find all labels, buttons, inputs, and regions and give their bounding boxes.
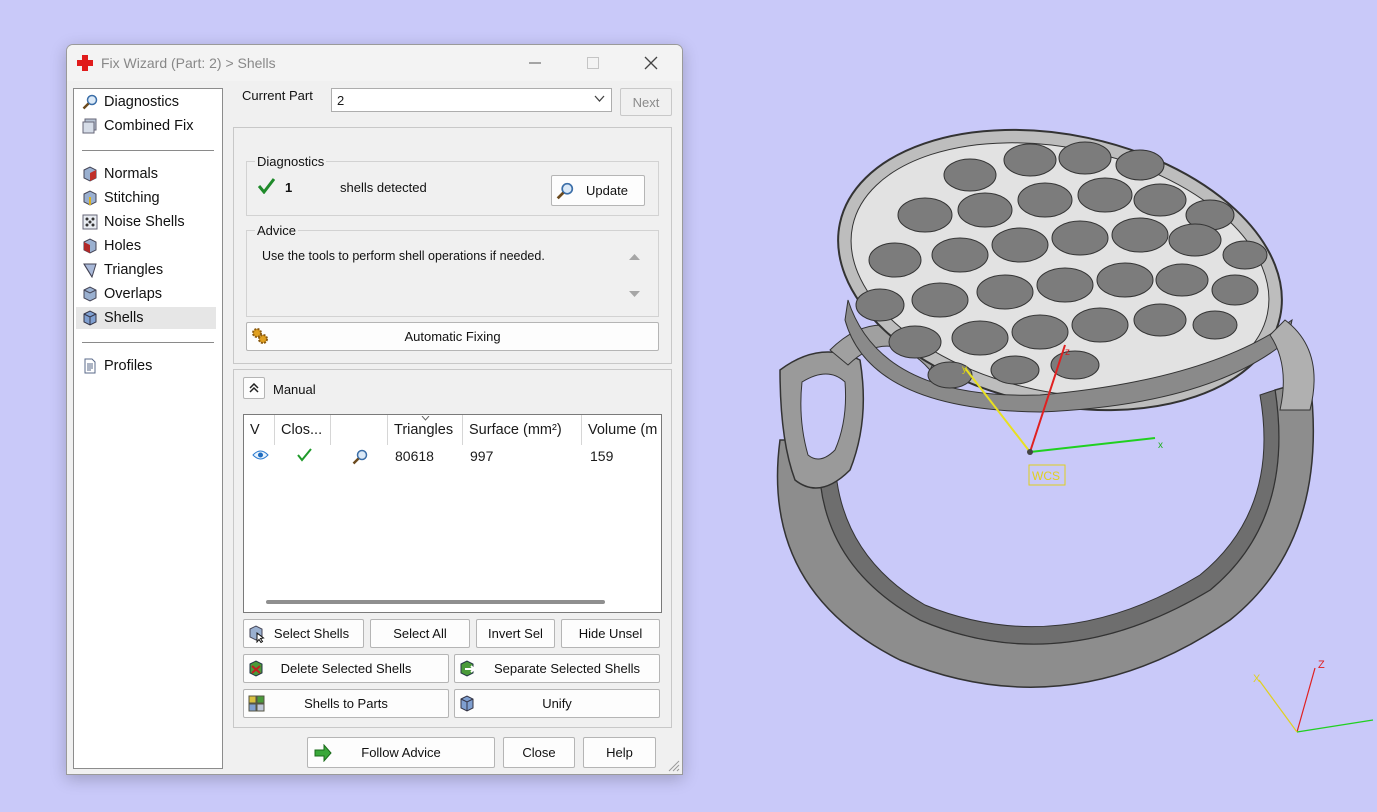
cell-volume: 159 xyxy=(590,448,614,464)
help-button[interactable]: Help xyxy=(583,737,656,768)
current-part-select[interactable]: 2 xyxy=(331,88,612,112)
column-header-inspect[interactable] xyxy=(331,415,388,445)
arrow-right-icon xyxy=(314,744,332,762)
scroll-down-icon[interactable] xyxy=(629,290,640,298)
checkmark-icon xyxy=(258,178,275,194)
nav-item-shells[interactable]: Shells xyxy=(76,307,216,329)
hide-unselected-button[interactable]: Hide Unsel xyxy=(561,619,660,648)
minimize-button[interactable] xyxy=(512,49,558,77)
advice-title: Advice xyxy=(255,223,299,238)
double-chevron-up-icon xyxy=(249,383,259,393)
sort-indicator-icon xyxy=(421,416,430,421)
nav-separator xyxy=(82,342,214,343)
ring-3d-model[interactable]: z x y WCS xyxy=(740,120,1340,740)
title-bar[interactable]: Fix Wizard (Part: 2) > Shells xyxy=(67,45,682,81)
unify-button[interactable]: Unify xyxy=(454,689,660,718)
shells-cube-icon xyxy=(83,310,97,326)
nav-item-holes[interactable]: Holes xyxy=(76,235,216,257)
overlaps-cube-icon xyxy=(83,286,97,302)
checkmark-icon xyxy=(297,448,312,462)
invert-selection-button[interactable]: Invert Sel xyxy=(476,619,555,648)
chevron-down-icon xyxy=(594,95,605,102)
close-icon xyxy=(644,56,658,70)
nav-item-overlaps[interactable]: Overlaps xyxy=(76,283,216,305)
y-axis-label: y xyxy=(962,364,967,375)
shells-to-parts-button[interactable]: Shells to Parts xyxy=(243,689,449,718)
stitching-cube-icon xyxy=(83,190,97,206)
eye-icon[interactable] xyxy=(252,449,269,469)
resize-grip-icon[interactable] xyxy=(668,760,680,772)
current-part-label: Current Part xyxy=(242,88,313,103)
column-header-surface[interactable]: Surface (mm²) xyxy=(463,415,582,445)
wcs-label: WCS xyxy=(1032,469,1060,483)
fix-category-list: Diagnostics Combined Fix Normals Stitchi… xyxy=(73,88,223,769)
manual-title: Manual xyxy=(273,382,316,397)
nav-item-stitching[interactable]: Stitching xyxy=(76,187,216,209)
magnifier-icon xyxy=(82,94,98,110)
update-button[interactable]: Update xyxy=(551,175,645,206)
column-header-closed[interactable]: Clos... xyxy=(275,415,331,445)
minimize-icon xyxy=(529,62,541,64)
app-cross-icon xyxy=(77,55,93,71)
current-part-value: 2 xyxy=(337,93,345,108)
normals-cube-icon xyxy=(83,166,97,182)
select-cursor-icon xyxy=(249,625,265,643)
maximize-button xyxy=(570,49,616,77)
orientation-axes: Z X xyxy=(1253,659,1374,733)
next-button[interactable]: Next xyxy=(620,88,672,116)
select-all-button[interactable]: Select All xyxy=(370,619,470,648)
nav-item-triangles[interactable]: Triangles xyxy=(76,259,216,281)
close-window-button[interactable] xyxy=(628,49,674,77)
nav-item-noise-shells[interactable]: Noise Shells xyxy=(76,211,216,233)
delete-selected-shells-button[interactable]: Delete Selected Shells xyxy=(243,654,449,683)
horizontal-scrollbar[interactable] xyxy=(266,600,605,604)
z-axis-label: z xyxy=(1065,347,1070,358)
window-title: Fix Wizard (Part: 2) > Shells xyxy=(101,55,276,71)
fix-wizard-dialog: Fix Wizard (Part: 2) > Shells Diagnostic… xyxy=(66,44,683,775)
scroll-up-icon[interactable] xyxy=(629,253,640,261)
shells-detected-text: shells detected xyxy=(340,180,427,195)
shells-to-parts-icon xyxy=(248,695,265,712)
nav-item-diagnostics[interactable]: Diagnostics xyxy=(76,91,216,113)
x-axis-label: x xyxy=(1158,440,1163,451)
delete-shell-icon xyxy=(249,660,263,677)
cell-surface: 997 xyxy=(470,448,494,464)
shells-table: V Clos... Triangles Surface (mm²) Volume… xyxy=(243,414,662,613)
nav-item-normals[interactable]: Normals xyxy=(76,163,216,185)
close-button[interactable]: Close xyxy=(503,737,575,768)
maximize-icon xyxy=(587,57,599,69)
column-header-visible[interactable]: V xyxy=(244,415,275,445)
stacked-cubes-icon xyxy=(82,118,97,134)
shell-count: 1 xyxy=(285,180,293,195)
collapse-manual-button[interactable] xyxy=(243,377,265,399)
magnifier-icon[interactable] xyxy=(352,447,368,467)
automatic-fixing-button[interactable]: Automatic Fixing xyxy=(246,322,659,351)
magnifier-icon xyxy=(556,182,574,200)
nav-item-combined-fix[interactable]: Combined Fix xyxy=(76,115,216,137)
separate-selected-shells-button[interactable]: Separate Selected Shells xyxy=(454,654,660,683)
holes-cube-icon xyxy=(83,238,97,254)
document-icon xyxy=(84,358,96,374)
select-shells-button[interactable]: Select Shells xyxy=(243,619,364,648)
advice-text: Use the tools to perform shell operation… xyxy=(262,249,545,263)
gears-icon xyxy=(252,328,268,344)
triangles-icon xyxy=(83,263,97,278)
corner-z-label: Z xyxy=(1318,659,1325,671)
column-header-volume[interactable]: Volume (m xyxy=(582,415,661,445)
nav-item-profiles[interactable]: Profiles xyxy=(76,355,216,377)
advice-group xyxy=(246,230,659,317)
unify-cube-icon xyxy=(460,695,474,712)
follow-advice-button[interactable]: Follow Advice xyxy=(307,737,495,768)
noise-shells-icon xyxy=(82,214,98,230)
separate-shell-icon xyxy=(460,660,476,677)
cell-triangles: 80618 xyxy=(395,448,434,464)
corner-x-label: X xyxy=(1253,673,1261,685)
diagnostics-title: Diagnostics xyxy=(255,154,327,169)
nav-separator xyxy=(82,150,214,151)
